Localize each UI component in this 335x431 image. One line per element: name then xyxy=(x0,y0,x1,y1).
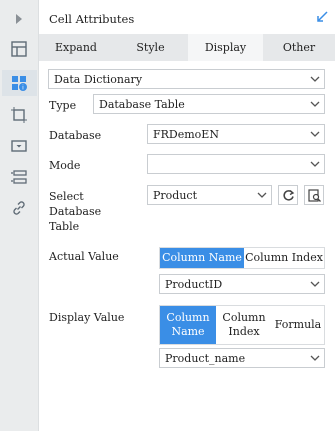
display-value-select[interactable]: Product_name xyxy=(159,348,325,368)
refresh-icon xyxy=(282,189,294,201)
chevron-down-icon xyxy=(310,281,320,287)
preview-table-button[interactable] xyxy=(304,185,324,205)
actual-column-index-option[interactable]: Column Index xyxy=(244,248,324,268)
select-table-label-line: Select xyxy=(49,190,84,203)
tab-other[interactable]: Other xyxy=(263,34,335,61)
display-value-field: Product_name xyxy=(165,352,246,365)
panel-title: Cell Attributes xyxy=(49,12,135,26)
display-formula-option[interactable]: Formula xyxy=(272,306,324,344)
float-element-icon[interactable] xyxy=(10,106,28,124)
display-settings: Data Dictionary Type Database Table Data… xyxy=(39,61,335,431)
actual-value-label: Actual Value xyxy=(49,250,119,263)
chevron-down-icon xyxy=(310,101,320,107)
chevron-down-icon xyxy=(310,76,320,82)
expand-panel-icon[interactable] xyxy=(315,10,329,24)
database-value: FRDemoEN xyxy=(153,128,219,141)
cell-attributes-panel: Cell Attributes Expand Style Display Oth… xyxy=(39,0,335,431)
chevron-down-icon xyxy=(310,131,320,137)
chevron-down-icon xyxy=(310,161,320,167)
display-value-label: Display Value xyxy=(49,311,125,324)
actual-value-segmented: Column Name Column Index xyxy=(159,247,325,269)
cell-attribute-icon[interactable]: i xyxy=(10,74,28,92)
condition-attribute-icon[interactable] xyxy=(10,168,28,186)
chevron-down-icon xyxy=(310,355,320,361)
type-label: Type xyxy=(49,99,77,112)
option-text: Name xyxy=(171,325,205,338)
tab-display[interactable]: Display xyxy=(188,34,263,61)
table-select[interactable]: Product xyxy=(147,185,272,205)
hyperlink-icon[interactable] xyxy=(10,199,28,217)
type-value: Database Table xyxy=(99,98,185,111)
mode-select[interactable] xyxy=(147,154,325,174)
panel-header: Cell Attributes xyxy=(39,0,335,34)
cell-element-icon[interactable] xyxy=(10,40,28,58)
select-table-label: Select Database Table xyxy=(49,189,101,234)
database-select[interactable]: FRDemoEN xyxy=(147,124,325,144)
option-text: Column xyxy=(222,311,266,324)
preview-search-icon xyxy=(307,188,321,202)
dictionary-type-select[interactable]: Data Dictionary xyxy=(48,69,325,89)
display-column-index-option[interactable]: Column Index xyxy=(216,306,272,344)
mode-label: Mode xyxy=(49,159,81,172)
actual-column-name-option[interactable]: Column Name xyxy=(160,248,244,268)
select-table-label-line: Table xyxy=(49,220,80,233)
dictionary-type-value: Data Dictionary xyxy=(54,73,143,86)
option-text: Formula xyxy=(274,318,322,331)
display-column-name-option[interactable]: Column Name xyxy=(160,306,216,344)
type-select[interactable]: Database Table xyxy=(93,94,325,114)
option-text: Column xyxy=(166,311,210,324)
select-table-label-line: Database xyxy=(49,205,102,218)
left-icon-bar: i xyxy=(0,0,39,431)
tab-style[interactable]: Style xyxy=(113,34,188,61)
table-value: Product xyxy=(153,189,197,202)
collapse-arrow-icon[interactable] xyxy=(10,10,28,28)
chevron-down-icon xyxy=(257,192,267,198)
option-text: Index xyxy=(228,325,260,338)
widget-settings-icon[interactable] xyxy=(10,137,28,155)
database-label: Database xyxy=(49,129,102,142)
attribute-tabs: Expand Style Display Other xyxy=(39,34,335,61)
actual-value-field: ProductID xyxy=(165,278,223,291)
display-value-segmented: Column Name Column Index Formula xyxy=(159,305,325,345)
actual-value-select[interactable]: ProductID xyxy=(159,274,325,294)
refresh-button[interactable] xyxy=(278,185,298,205)
tab-expand[interactable]: Expand xyxy=(39,34,113,61)
